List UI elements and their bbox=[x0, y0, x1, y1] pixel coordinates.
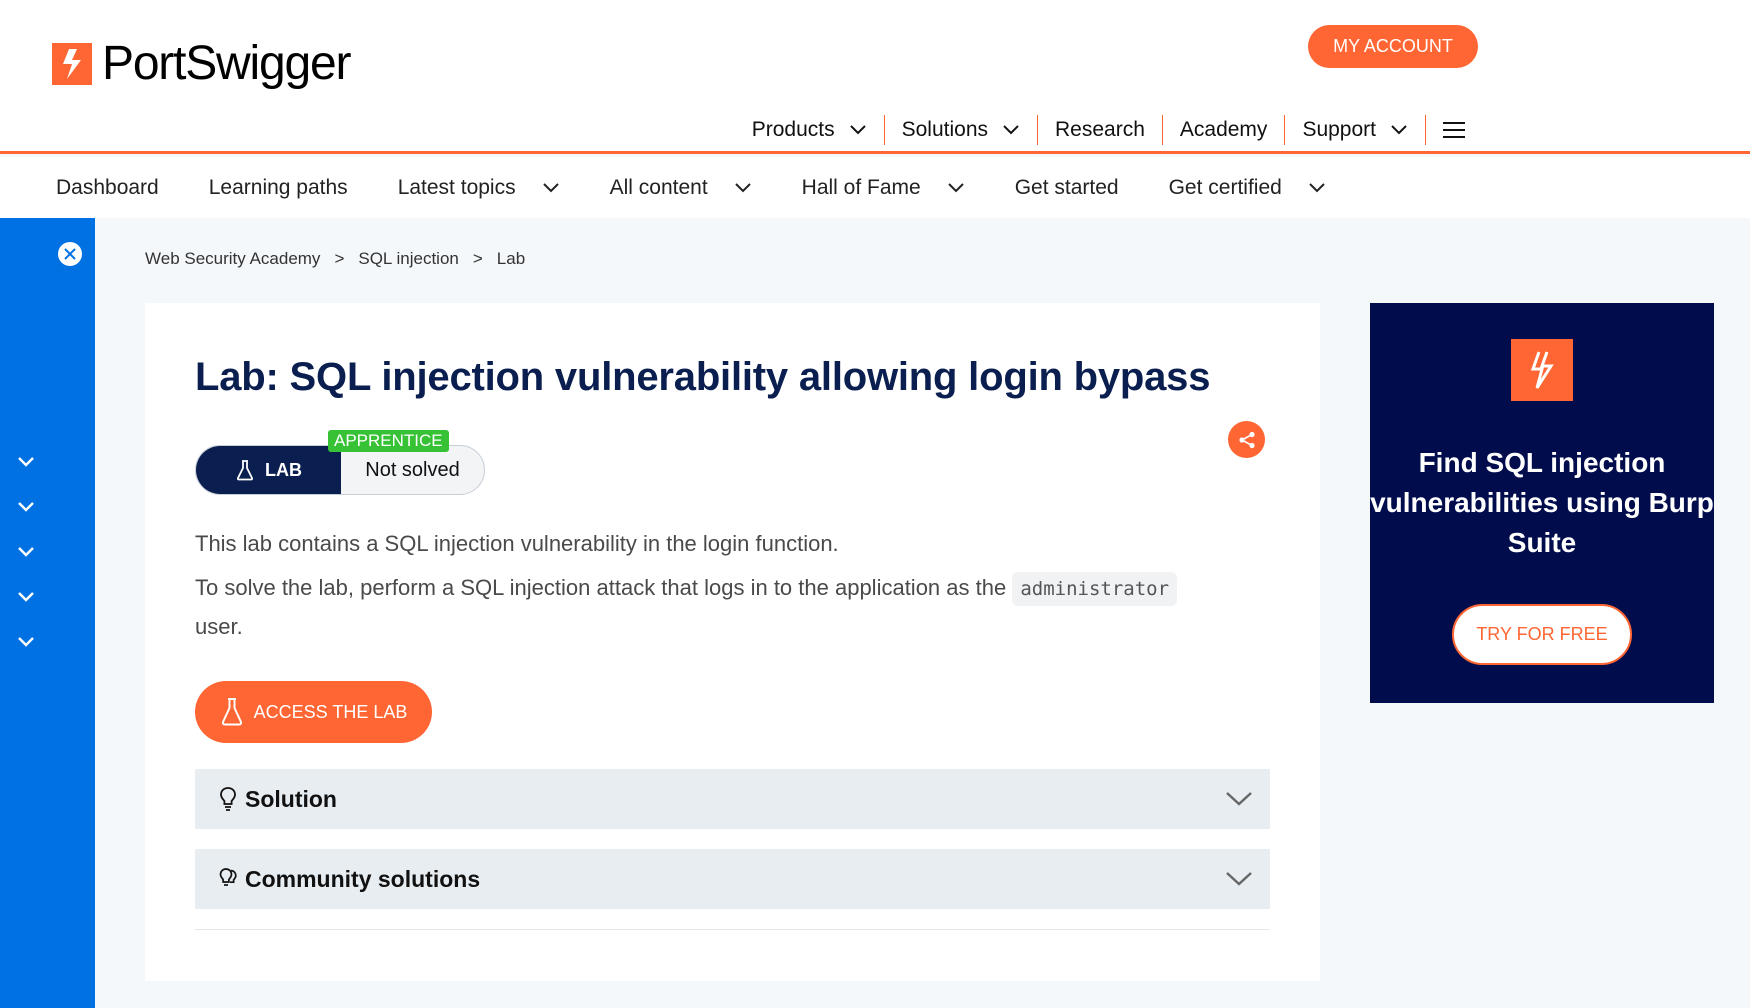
nav-research[interactable]: Research bbox=[1037, 115, 1162, 145]
lightbulb-icon bbox=[220, 787, 236, 811]
lab-status-widget: APPRENTICE LAB Not solved bbox=[195, 430, 485, 495]
nav-academy[interactable]: Academy bbox=[1161, 115, 1285, 145]
share-icon bbox=[1238, 431, 1255, 448]
chevron-down-icon[interactable] bbox=[16, 545, 36, 559]
brand-name: PortSwigger bbox=[102, 37, 351, 90]
flask-icon bbox=[236, 460, 254, 481]
subnav-label: Dashboard bbox=[56, 175, 159, 199]
solution-label: Solution bbox=[245, 785, 337, 812]
lab-card: Lab: SQL injection vulnerability allowin… bbox=[145, 303, 1320, 981]
chevron-down-icon bbox=[1391, 125, 1407, 135]
lab-type-label: LAB bbox=[265, 459, 302, 480]
chevron-down-icon bbox=[849, 125, 866, 135]
chevron-down-icon[interactable] bbox=[16, 590, 36, 604]
subnav-label: Get certified bbox=[1168, 175, 1282, 199]
subnav-hall-of-fame[interactable]: Hall of Fame bbox=[802, 176, 965, 200]
flask-icon bbox=[221, 698, 242, 726]
share-button[interactable] bbox=[1228, 421, 1265, 458]
lab-status: Not solved bbox=[365, 458, 460, 481]
access-lab-button[interactable]: ACCESS THE LAB bbox=[195, 681, 432, 743]
instructions-text-end: user. bbox=[195, 614, 243, 639]
nav-menu[interactable] bbox=[1425, 115, 1482, 145]
community-solutions-accordion[interactable]: Community solutions bbox=[195, 849, 1270, 909]
breadcrumb-web-security-academy[interactable]: Web Security Academy bbox=[145, 249, 320, 269]
chevron-down-icon bbox=[1226, 872, 1252, 886]
nav-label: Academy bbox=[1179, 118, 1268, 141]
breadcrumb-lab[interactable]: Lab bbox=[497, 249, 525, 269]
burp-logo-icon bbox=[1511, 339, 1573, 401]
chevron-down-icon[interactable] bbox=[16, 500, 36, 514]
nav-solutions[interactable]: Solutions bbox=[883, 115, 1037, 145]
lightbulbs-icon bbox=[219, 868, 237, 886]
subnav-get-started[interactable]: Get started bbox=[1015, 176, 1119, 200]
subnav-dashboard[interactable]: Dashboard bbox=[56, 176, 159, 200]
nav-label: Products bbox=[751, 118, 835, 141]
breadcrumb: Web Security Academy > SQL injection > L… bbox=[145, 249, 525, 269]
nav-label: Support bbox=[1302, 118, 1376, 141]
lab-instructions: To solve the lab, perform a SQL injectio… bbox=[195, 569, 1215, 646]
portswigger-logo[interactable]: PortSwigger bbox=[52, 37, 351, 90]
subnav-label: Latest topics bbox=[397, 175, 516, 199]
chevron-down-icon bbox=[1226, 792, 1252, 806]
chevron-down-icon bbox=[734, 182, 751, 192]
hamburger-icon bbox=[1443, 122, 1465, 138]
level-badge: APPRENTICE bbox=[328, 430, 449, 452]
nav-products[interactable]: Products bbox=[735, 115, 884, 145]
subnav-label: Get started bbox=[1014, 175, 1119, 199]
sidebar-rail bbox=[0, 218, 95, 1008]
chevron-down-icon bbox=[1003, 125, 1019, 135]
chevron-down-icon bbox=[947, 182, 964, 192]
burp-suite-promo: Find SQL injection vulnerabilities using… bbox=[1370, 303, 1714, 703]
breadcrumb-separator: > bbox=[472, 249, 483, 268]
breadcrumb-sql-injection[interactable]: SQL injection bbox=[358, 249, 458, 269]
instructions-text: To solve the lab, perform a SQL injectio… bbox=[195, 575, 1007, 600]
chevron-down-icon bbox=[1309, 182, 1325, 192]
lab-description: This lab contains a SQL injection vulner… bbox=[195, 531, 839, 556]
subnav-label: All content bbox=[609, 175, 708, 199]
lab-type-badge: LAB bbox=[196, 446, 341, 494]
chevron-down-icon bbox=[542, 182, 559, 192]
subnav-get-certified[interactable]: Get certified bbox=[1169, 176, 1326, 200]
subnav-learning-paths[interactable]: Learning paths bbox=[209, 176, 348, 200]
page-title: Lab: SQL injection vulnerability allowin… bbox=[195, 355, 1211, 399]
academy-nav: Dashboard Learning paths Latest topics A… bbox=[0, 157, 1750, 218]
subnav-label: Learning paths bbox=[208, 175, 348, 199]
promo-title: Find SQL injection vulnerabilities using… bbox=[1370, 447, 1714, 558]
community-solutions-label: Community solutions bbox=[245, 865, 481, 892]
subnav-latest-topics[interactable]: Latest topics bbox=[398, 176, 560, 200]
divider bbox=[195, 929, 1270, 930]
nav-label: Solutions bbox=[901, 118, 988, 141]
subnav-all-content[interactable]: All content bbox=[610, 176, 752, 200]
close-sidebar-button[interactable] bbox=[58, 242, 82, 266]
subnav-label: Hall of Fame bbox=[801, 175, 921, 199]
chevron-down-icon[interactable] bbox=[16, 455, 36, 469]
nav-support[interactable]: Support bbox=[1284, 115, 1425, 145]
site-header: PortSwigger MY ACCOUNT Products Solution… bbox=[0, 0, 1750, 154]
username-code: administrator bbox=[1012, 572, 1178, 606]
breadcrumb-separator: > bbox=[334, 249, 345, 268]
access-lab-label: ACCESS THE LAB bbox=[253, 701, 408, 722]
close-icon bbox=[64, 248, 76, 260]
try-for-free-button[interactable]: TRY FOR FREE bbox=[1452, 604, 1632, 665]
my-account-button[interactable]: MY ACCOUNT bbox=[1308, 25, 1478, 68]
main-nav: Products Solutions Research Academy Supp… bbox=[735, 114, 1482, 146]
chevron-down-icon[interactable] bbox=[16, 635, 36, 649]
solution-accordion[interactable]: Solution bbox=[195, 769, 1270, 829]
portswigger-logo-icon bbox=[52, 43, 92, 85]
nav-label: Research bbox=[1055, 118, 1145, 141]
